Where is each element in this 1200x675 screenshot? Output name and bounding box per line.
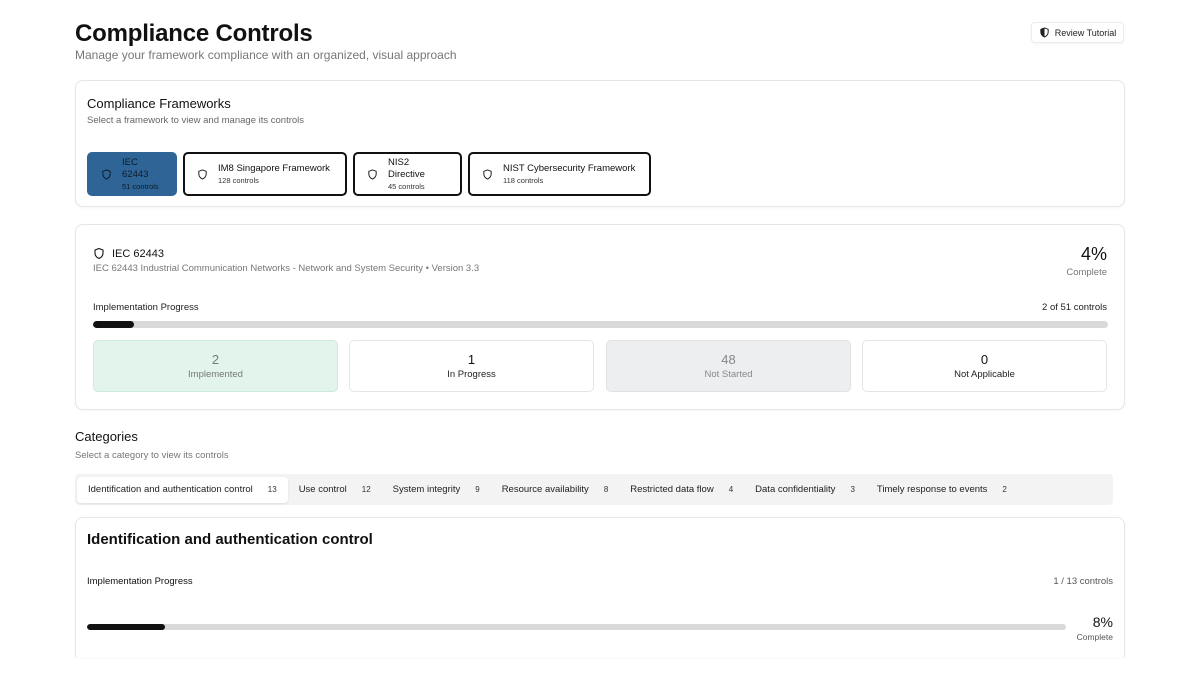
tab-label: Use control — [298, 484, 347, 495]
framework-progress-bar — [93, 321, 1108, 328]
tab-count: 4 — [728, 485, 734, 494]
implementation-progress-count: 2 of 51 controls — [1042, 302, 1107, 313]
stat-value: 48 — [721, 352, 736, 367]
framework-button-nist-csf[interactable]: NIST Cybersecurity Framework 118 control… — [468, 152, 651, 196]
tab-count: 9 — [475, 485, 480, 494]
framework-detail-card: IEC 62443 IEC 62443 Industrial Communica… — [75, 224, 1125, 410]
framework-button-im8-singapore[interactable]: IM8 Singapore Framework 128 controls — [183, 152, 347, 196]
shield-icon — [483, 168, 492, 180]
framework-name: NIS2 Directive — [388, 156, 425, 180]
framework-button-iec-62443[interactable]: IEC 62443 51 controls — [87, 152, 177, 196]
shield-icon — [94, 247, 104, 260]
tab-label: Timely response to events — [876, 484, 988, 495]
tab-timely-response-to-events[interactable]: Timely response to events 2 — [866, 477, 1018, 503]
review-tutorial-label: Review Tutorial — [1054, 27, 1117, 38]
page-subtitle: Manage your framework compliance with an… — [75, 48, 457, 62]
shield-icon — [198, 168, 207, 180]
tab-label: System integrity — [392, 484, 461, 495]
tab-resource-availability[interactable]: Resource availability 8 — [491, 477, 620, 503]
shield-icon — [368, 168, 377, 180]
framework-percent-complete: 4% — [1080, 244, 1107, 264]
frameworks-card: Compliance Frameworks Select a framework… — [75, 80, 1125, 207]
tab-count: 2 — [1002, 485, 1007, 494]
category-tabs: Identification and authentication contro… — [75, 474, 1113, 505]
frameworks-title: Compliance Frameworks — [87, 96, 231, 111]
framework-detail-name: IEC 62443 — [112, 247, 164, 260]
implementation-progress-label: Implementation Progress — [93, 302, 199, 313]
framework-button-nis2[interactable]: NIS2 Directive 45 controls — [353, 152, 462, 196]
stat-label: Not Applicable — [954, 369, 1015, 380]
tab-restricted-data-flow[interactable]: Restricted data flow 4 — [619, 477, 744, 503]
stat-label: Not Started — [704, 369, 753, 380]
categories-subtitle: Select a category to view its controls — [75, 450, 229, 461]
framework-progress-fill — [93, 321, 134, 328]
tab-count: 13 — [267, 485, 277, 494]
stat-value: 2 — [211, 352, 220, 367]
tab-identification-and-authentication-control[interactable]: Identification and authentication contro… — [77, 476, 288, 503]
framework-detail-header: IEC 62443 — [93, 247, 164, 260]
framework-name: NIST Cybersecurity Framework — [503, 162, 636, 174]
framework-percent-label: Complete — [1066, 267, 1107, 278]
stat-value: 0 — [980, 352, 989, 367]
stat-label: Implemented — [188, 369, 243, 380]
framework-list: IEC 62443 51 controls IM8 Singapore Fram… — [87, 152, 651, 196]
framework-name: IM8 Singapore Framework — [218, 162, 330, 174]
category-progress-bar — [87, 624, 1066, 630]
category-detail-title: Identification and authentication contro… — [87, 531, 373, 548]
category-progress-fill — [87, 624, 166, 630]
tab-count: 3 — [850, 485, 855, 494]
category-detail-card: Identification and authentication contro… — [75, 517, 1125, 657]
tab-system-integrity[interactable]: System integrity 9 — [382, 477, 491, 503]
categories-title: Categories — [75, 429, 138, 444]
review-tutorial-button[interactable]: Review Tutorial — [1031, 22, 1124, 43]
tab-label: Resource availability — [501, 484, 589, 495]
stat-implemented[interactable]: 2 Implemented — [93, 340, 338, 392]
stat-label: In Progress — [447, 369, 496, 380]
tab-count: 8 — [603, 485, 609, 494]
framework-detail-description: IEC 62443 Industrial Communication Netwo… — [93, 263, 480, 274]
frameworks-subtitle: Select a framework to view and manage it… — [87, 115, 305, 126]
stat-value: 1 — [467, 352, 476, 367]
category-progress-label: Implementation Progress — [87, 576, 193, 587]
framework-count: 51 controls — [122, 181, 159, 191]
page-title: Compliance Controls — [75, 20, 313, 47]
framework-name: IEC 62443 — [122, 156, 149, 180]
shield-icon — [1040, 27, 1049, 38]
stat-not-applicable[interactable]: 0 Not Applicable — [862, 340, 1107, 392]
tab-label: Restricted data flow — [630, 484, 714, 495]
category-percent-complete: 8% — [1092, 614, 1113, 630]
stat-in-progress[interactable]: 1 In Progress — [349, 340, 594, 392]
tab-label: Identification and authentication contro… — [88, 484, 253, 495]
stat-not-started[interactable]: 48 Not Started — [606, 340, 851, 392]
tab-use-control[interactable]: Use control 12 — [288, 477, 382, 503]
framework-count: 45 controls — [388, 181, 425, 191]
category-percent-label: Complete — [1076, 632, 1113, 642]
framework-count: 128 controls — [218, 175, 259, 185]
framework-count: 118 controls — [503, 175, 544, 185]
shield-icon — [102, 168, 111, 180]
tab-count: 12 — [361, 485, 371, 494]
tab-data-confidentiality[interactable]: Data confidentiality 3 — [744, 477, 866, 503]
category-progress-count: 1 / 13 controls — [1053, 576, 1113, 587]
tab-label: Data confidentiality — [755, 484, 836, 495]
